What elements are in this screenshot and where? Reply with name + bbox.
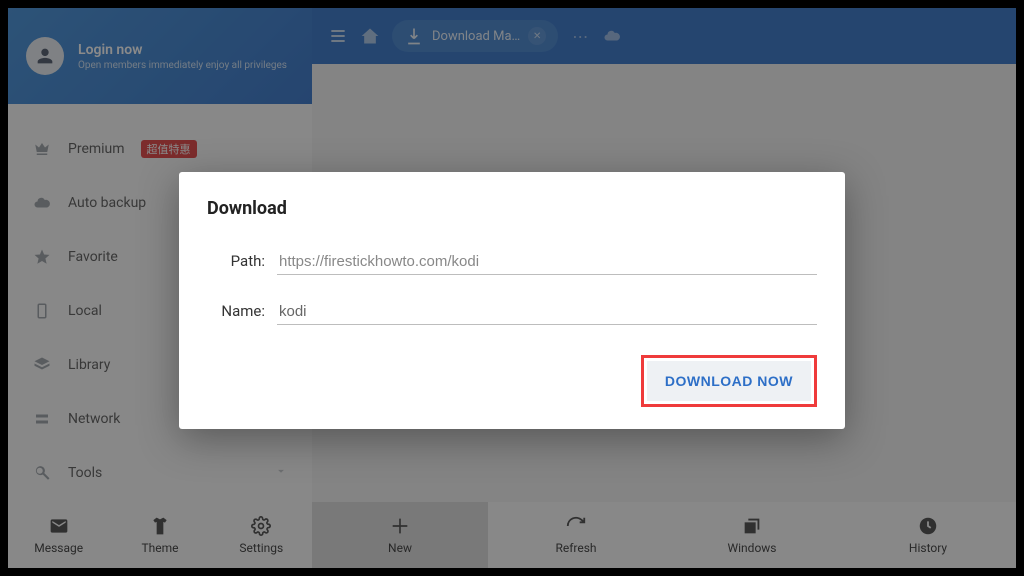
path-label: Path: <box>207 252 265 270</box>
download-button-highlight: DOWNLOAD NOW <box>641 355 817 407</box>
path-input[interactable] <box>277 249 817 275</box>
app-frame: Login now Open members immediately enjoy… <box>8 8 1016 568</box>
dialog-title: Download <box>207 198 817 219</box>
download-now-button[interactable]: DOWNLOAD NOW <box>647 361 811 401</box>
name-label: Name: <box>207 302 265 320</box>
download-dialog: Download Path: Name: DOWNLOAD NOW <box>179 172 845 429</box>
modal-overlay: Download Path: Name: DOWNLOAD NOW <box>8 8 1016 568</box>
name-input[interactable] <box>277 299 817 325</box>
